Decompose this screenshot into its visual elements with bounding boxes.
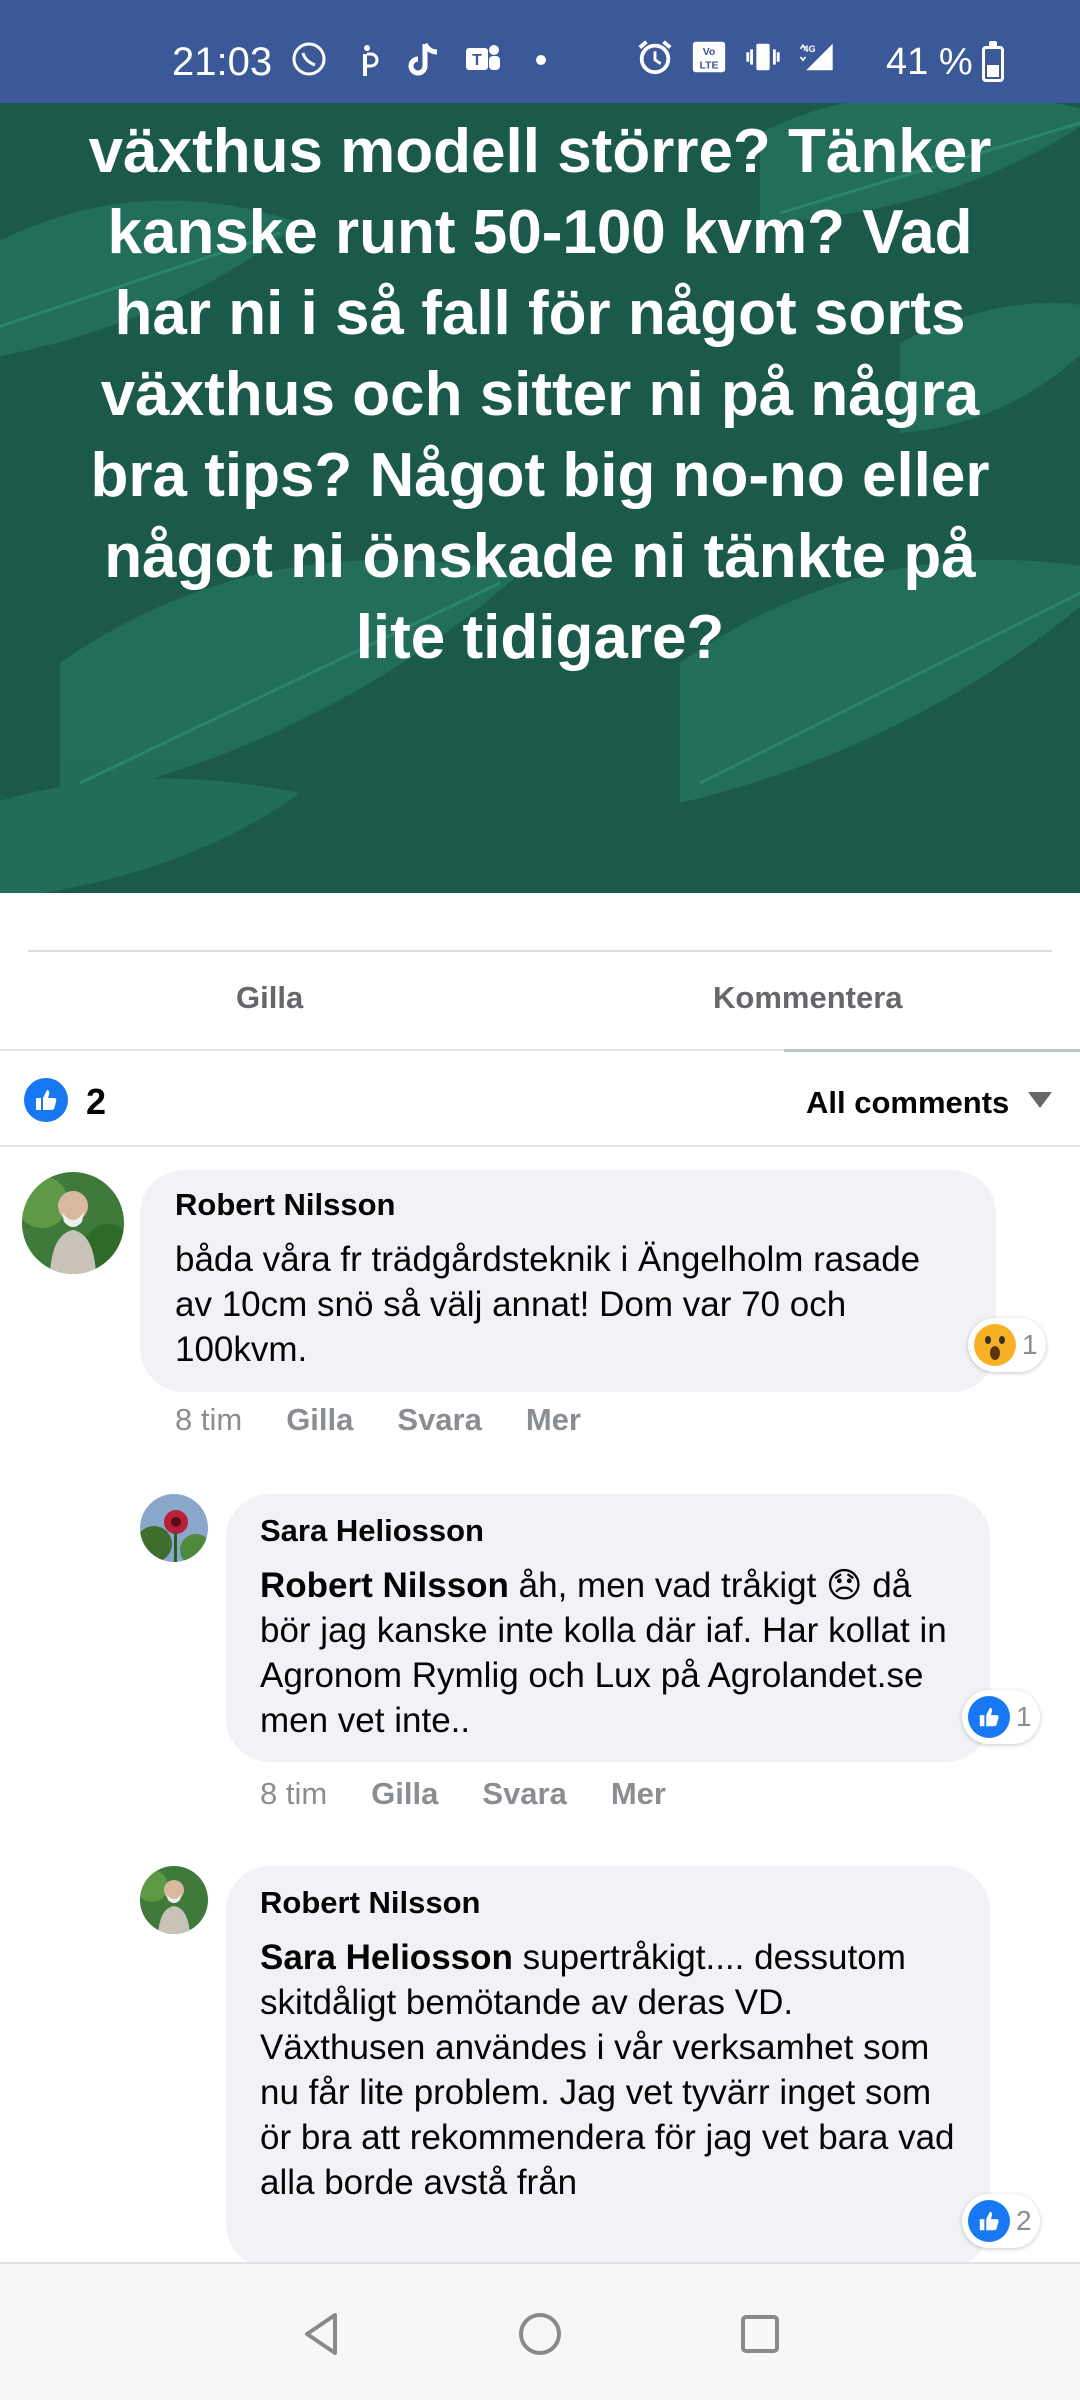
status-time: 21:03 — [172, 40, 273, 84]
svg-text:T: T — [472, 52, 482, 69]
avatar[interactable] — [140, 1866, 208, 1934]
like-reaction-icon — [968, 2200, 1010, 2242]
system-icons: Vo LTE 4G — [636, 38, 836, 76]
like-reaction-icon — [968, 1696, 1010, 1738]
comment-author[interactable]: Sara Heliosson — [260, 1512, 484, 1550]
caret-down-icon[interactable] — [1028, 1092, 1052, 1108]
reaction-count: 2 — [1016, 2205, 1032, 2236]
comment-author[interactable]: Robert Nilsson — [260, 1884, 480, 1922]
vibrate-icon — [744, 38, 782, 76]
battery-percent: 41 % — [886, 41, 973, 83]
comment-text: Robert Nilsson åh, men vad tråkigt 😞 då … — [260, 1563, 960, 1743]
comment-time: 8 tim — [260, 1776, 328, 1811]
comment-reaction-chip[interactable]: 2 — [962, 2194, 1040, 2248]
post-text: växthus modell större? Tänker kanske run… — [88, 117, 992, 672]
comment-button[interactable]: Kommentera — [713, 972, 903, 1024]
comment-meta: 8 tim Gilla Svara Mer — [260, 1774, 666, 1814]
comment-body: supertråkigt.... dessutom skitdåligt bem… — [260, 1938, 955, 2202]
comment-like-button[interactable]: Gilla — [371, 1774, 438, 1814]
screen: 21:03 T Vo LTE 4G 41 % växthus modell st… — [0, 0, 1080, 2400]
dot-icon — [522, 40, 560, 78]
battery-icon — [982, 41, 1004, 82]
home-icon[interactable] — [510, 2304, 570, 2364]
svg-text:4G: 4G — [804, 44, 816, 54]
recents-icon[interactable] — [730, 2304, 790, 2364]
divider — [28, 950, 1052, 952]
comment-reply-button[interactable]: Svara — [482, 1774, 566, 1814]
comment-time: 8 tim — [175, 1402, 243, 1437]
svg-text:Vo: Vo — [703, 47, 716, 58]
comment-mention[interactable]: Robert Nilsson — [260, 1566, 509, 1605]
notification-icons: T — [290, 40, 560, 78]
alarm-icon — [636, 38, 674, 76]
comment-more-button[interactable]: Mer — [526, 1400, 581, 1440]
signal-4g-icon: 4G — [798, 38, 836, 76]
comment-meta: 8 tim Gilla Svara Mer — [175, 1400, 581, 1440]
reaction-count[interactable]: 2 — [86, 1082, 106, 1122]
comment-more-button[interactable]: Mer — [611, 1774, 666, 1814]
reaction-count: 1 — [1016, 1701, 1032, 1732]
tiktok-icon — [406, 40, 444, 78]
system-nav-bar — [0, 2262, 1080, 2400]
avatar[interactable] — [140, 1494, 208, 1562]
divider — [0, 1145, 1080, 1147]
comment-reply-button[interactable]: Svara — [397, 1400, 481, 1440]
comment-mention[interactable]: Sara Heliosson — [260, 1938, 513, 1977]
volte-icon: Vo LTE — [690, 38, 728, 76]
avatar[interactable] — [22, 1172, 124, 1274]
comment-filter-dropdown[interactable]: All comments — [806, 1083, 1009, 1123]
teams-icon: T — [464, 40, 502, 78]
post-text-background: växthus modell större? Tänker kanske run… — [0, 103, 1080, 893]
divider — [784, 1049, 1080, 1052]
comment-text: Sara Heliosson supertråkigt.... dessutom… — [260, 1935, 960, 2205]
comment-author[interactable]: Robert Nilsson — [175, 1186, 395, 1224]
svg-text:LTE: LTE — [700, 60, 719, 71]
like-button[interactable]: Gilla — [236, 972, 303, 1024]
comment-text: båda våra fr trädgårdsteknik i Ängelholm… — [175, 1240, 921, 1369]
comment-reaction-chip[interactable]: 1 — [962, 1690, 1040, 1744]
reaction-count: 1 — [1022, 1329, 1038, 1360]
status-bar: 21:03 T Vo LTE 4G 41 % — [0, 0, 1080, 103]
p-icon — [348, 40, 386, 78]
comment-like-button[interactable]: Gilla — [286, 1400, 353, 1440]
whatsapp-icon — [290, 40, 328, 78]
comment-reaction-chip[interactable]: 1 — [968, 1318, 1046, 1372]
back-icon[interactable] — [292, 2304, 352, 2364]
wow-reaction-icon — [974, 1324, 1016, 1366]
like-reaction-icon[interactable] — [24, 1078, 68, 1122]
